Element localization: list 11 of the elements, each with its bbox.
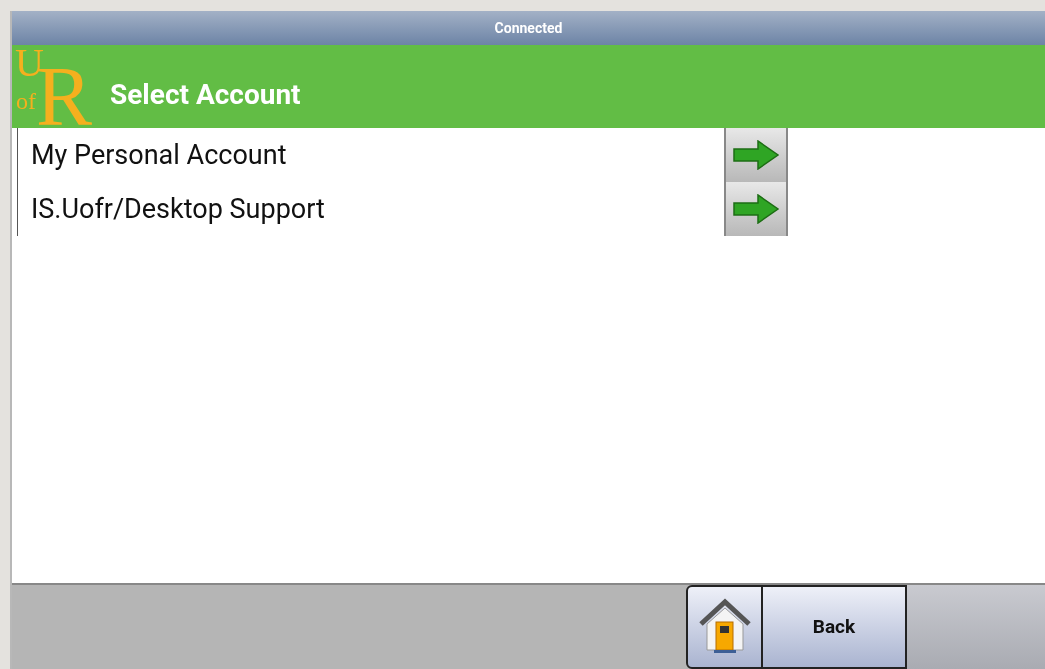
arrow-button[interactable] — [724, 182, 788, 236]
right-arrow-icon — [732, 194, 780, 224]
page-title: Select Account — [110, 77, 301, 113]
right-arrow-icon — [732, 140, 780, 170]
account-name[interactable]: IS.Uofr/Desktop Support — [31, 188, 325, 230]
logo-letter: of — [16, 89, 36, 113]
home-button[interactable] — [686, 585, 763, 669]
arrow-button[interactable] — [724, 128, 788, 182]
connection-status: Connected — [494, 18, 563, 38]
back-button[interactable]: Back — [763, 585, 907, 669]
account-name[interactable]: My Personal Account — [31, 134, 287, 176]
